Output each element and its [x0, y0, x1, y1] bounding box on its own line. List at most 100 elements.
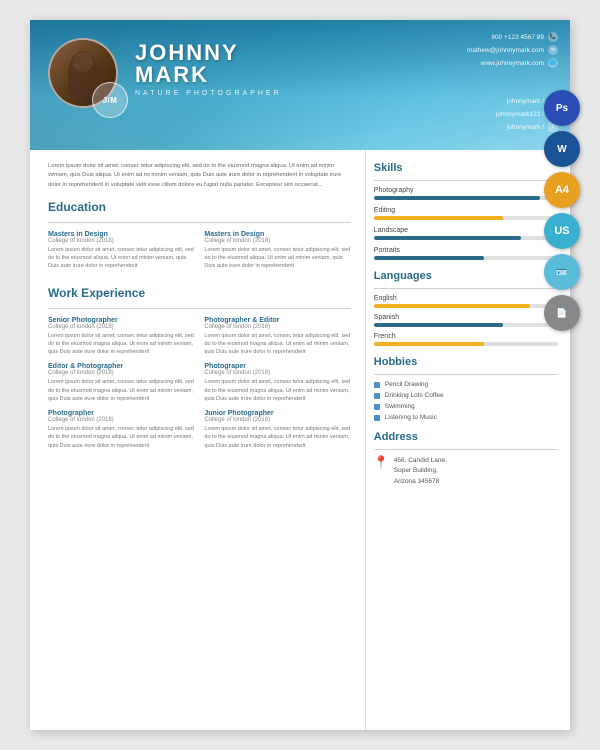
word-badge: W	[544, 131, 580, 167]
lang-bar-2	[374, 342, 558, 346]
left-panel: Lorem ipsum dolor sit amet, consec tetur…	[30, 150, 365, 730]
phone-icon: 📞	[548, 32, 558, 42]
skill-fill-1	[374, 216, 503, 220]
skill-fill-0	[374, 196, 540, 200]
resume-page: J/M JOHNNY MARK NATURE PHOTOGRAPHER 800 …	[30, 20, 570, 730]
lang-bar-0	[374, 304, 558, 308]
id-badge: 🪪	[544, 254, 580, 290]
hobby-text-0: Pencil Drawing	[385, 381, 428, 388]
education-grid: Masters in Design College of london (201…	[48, 231, 351, 278]
hobby-1: Drinking Lots Coffee	[374, 392, 558, 399]
work-title-0: Senior Photographer	[48, 317, 194, 324]
work-college-0: College of london (2018)	[48, 324, 194, 330]
lang-2: French	[374, 333, 558, 346]
work-item-2: Editor & Photographer College of london …	[48, 363, 194, 403]
skill-bar-2	[374, 236, 558, 240]
address-section: Address 📍 456, Candid Lane, Super Buildi…	[374, 431, 558, 487]
social2-text: johnnymark123 /	[496, 111, 544, 118]
work-college-5: College of london (2018)	[204, 417, 350, 423]
skills-title: Skills	[374, 162, 558, 174]
work-title-4: Photographer	[48, 410, 194, 417]
skill-name-1: Editing	[374, 207, 558, 214]
avatar-body	[68, 51, 98, 96]
languages-section: Languages English Spanish French	[374, 270, 558, 346]
education-title: Education	[48, 200, 351, 214]
skills-divider	[374, 180, 558, 181]
header-name-block: JOHNNY MARK NATURE PHOTOGRAPHER	[135, 42, 282, 97]
work-title: Work Experience	[48, 286, 351, 300]
work-item-3: Photograper College of london (2018) Lor…	[204, 363, 350, 403]
first-name: JOHNNY	[135, 42, 282, 64]
phone-item: 800 +123 4567 89 📞	[467, 32, 558, 42]
skill-bar-0	[374, 196, 558, 200]
work-title-2: Editor & Photographer	[48, 363, 194, 370]
hobby-3: Listening to Music	[374, 414, 558, 421]
lang-1: Spanish	[374, 314, 558, 327]
work-college-2: College of london (2018)	[48, 370, 194, 376]
work-body-0: Lorem ipsum dolor sit amet, consec tetur…	[48, 332, 194, 357]
right-panel: Skills Photography Editing Landscape	[365, 150, 570, 730]
edu-college-0: College of london (2018)	[48, 238, 194, 244]
body-content: Lorem ipsum dolor sit amet, consec tetur…	[30, 150, 570, 730]
header-contact: 800 +123 4567 89 📞 mathew@johnnymark.com…	[467, 32, 558, 71]
social1-text: johnnymark /	[507, 98, 544, 105]
work-item-1: Photographer & Editor College of london …	[204, 317, 350, 357]
edu-item-1: Masters in Design College of london (201…	[204, 231, 350, 271]
us-badge: US	[544, 213, 580, 249]
work-item-4: Photographer College of london (2018) Lo…	[48, 410, 194, 450]
hobby-text-1: Drinking Lots Coffee	[385, 392, 444, 399]
skill-fill-2	[374, 236, 521, 240]
work-college-3: College of london (2018)	[204, 370, 350, 376]
edu-college-1: College of london (2018)	[204, 238, 350, 244]
intro-text: Lorem ipsum dolor sit amet, consec tetur…	[48, 162, 351, 190]
edu-title-1: Masters in Design	[204, 231, 350, 238]
skill-3: Portraits	[374, 247, 558, 260]
education-divider	[48, 222, 351, 223]
email-text: mathew@johnnymark.com	[467, 47, 544, 54]
website-text: www.johnnymark.com	[481, 60, 544, 67]
edu-title-0: Masters in Design	[48, 231, 194, 238]
skill-bar-3	[374, 256, 558, 260]
photoshop-badge: Ps	[544, 90, 580, 126]
website-item: www.johnnymark.com 🌐	[467, 58, 558, 68]
skill-1: Editing	[374, 207, 558, 220]
hobby-dot-0	[374, 382, 380, 388]
a4-badge: A4	[544, 172, 580, 208]
email-item: mathew@johnnymark.com ✉	[467, 45, 558, 55]
work-divider	[48, 308, 351, 309]
hobby-text-3: Listening to Music	[385, 414, 437, 421]
work-item-0: Senior Photographer College of london (2…	[48, 317, 194, 357]
hobbies-divider	[374, 374, 558, 375]
work-college-1: College of london (2018)	[204, 324, 350, 330]
skill-name-0: Photography	[374, 187, 558, 194]
edu-body-0: Lorem ipsum dolor sit amet, consec tetur…	[48, 246, 194, 271]
hobby-dot-1	[374, 393, 380, 399]
skill-2: Landscape	[374, 227, 558, 240]
address-divider	[374, 449, 558, 450]
lang-name-1: Spanish	[374, 314, 558, 321]
work-body-3: Lorem ipsum dolor sit amet, consec tetur…	[204, 378, 350, 403]
address-text: 456, Candid Lane, Super Building, Arizon…	[394, 456, 447, 487]
work-college-4: College of london (2018)	[48, 417, 194, 423]
work-title-1: Photographer & Editor	[204, 317, 350, 324]
hobbies-section: Hobbies Pencil Drawing Drinking Lots Cof…	[374, 356, 558, 421]
lang-fill-2	[374, 342, 485, 346]
languages-title: Languages	[374, 270, 558, 282]
address-block: 📍 456, Candid Lane, Super Building, Ariz…	[374, 456, 558, 487]
work-grid: Senior Photographer College of london (2…	[48, 317, 351, 457]
languages-divider	[374, 288, 558, 289]
work-title-3: Photograper	[204, 363, 350, 370]
social3-text: johnnymark /	[507, 124, 544, 131]
lang-fill-1	[374, 323, 503, 327]
address-pin-icon: 📍	[374, 456, 389, 468]
last-name: MARK	[135, 64, 282, 86]
work-body-4: Lorem ipsum dolor sit amet, consec tetur…	[48, 425, 194, 450]
education-section: Education Masters in Design College of l…	[48, 200, 351, 278]
work-body-1: Lorem ipsum dolor sit amet, consec tetur…	[204, 332, 350, 357]
hobby-2: Swimming	[374, 403, 558, 410]
edu-body-1: Lorem ipsum dolor sit amet, consec tetur…	[204, 246, 350, 271]
monogram: J/M	[92, 82, 128, 118]
skills-section: Skills Photography Editing Landscape	[374, 162, 558, 260]
file-badge: 📄	[544, 295, 580, 331]
work-section: Work Experience Senior Photographer Coll…	[48, 286, 351, 457]
